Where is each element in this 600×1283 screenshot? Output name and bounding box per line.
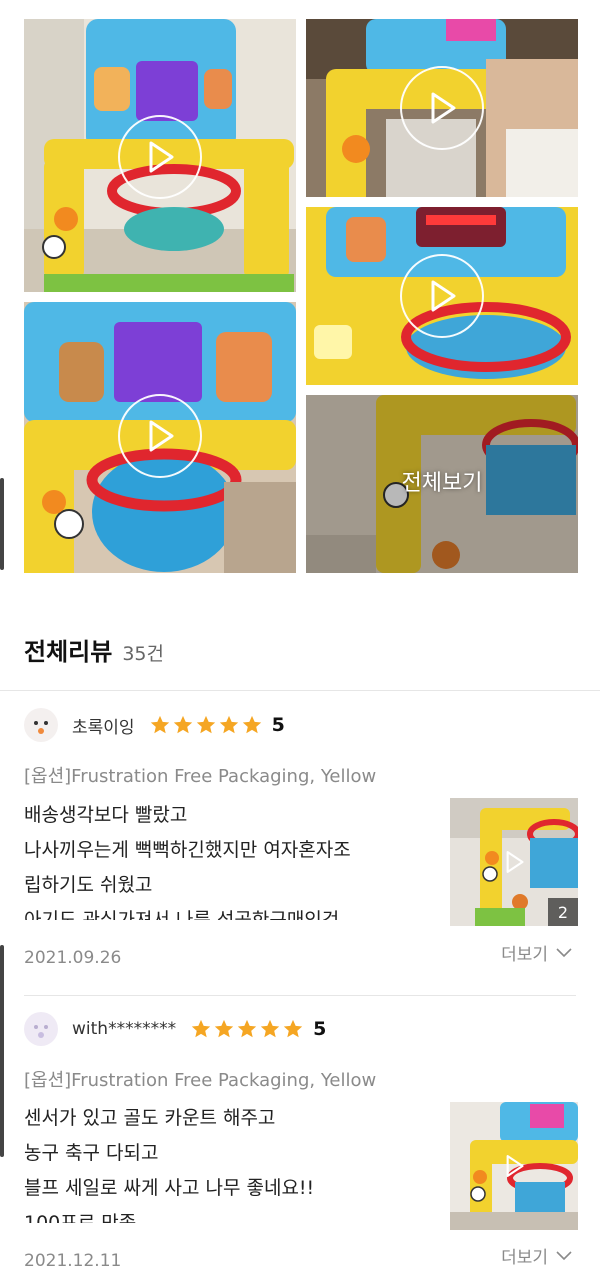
review-body[interactable]: 배송생각보다 빨랐고 나사끼우는게 뻑뻑하긴했지만 여자혼자조 립하기도 쉬웠고… — [24, 798, 424, 920]
star-rating — [149, 714, 264, 736]
review-body[interactable]: 센서가 있고 골도 카운트 해주고 농구 축구 다되고 블프 세일로 싸게 사고… — [24, 1101, 424, 1223]
play-button-icon[interactable] — [118, 394, 202, 478]
reviews-count: 35건 — [122, 643, 164, 665]
star-icon — [150, 715, 169, 734]
review-video-thumbnail[interactable] — [24, 19, 296, 292]
review-video-thumbnail[interactable] — [306, 19, 578, 197]
play-button-icon[interactable] — [400, 66, 484, 150]
more-button[interactable]: 더보기 — [501, 940, 572, 965]
reviews-header: 전체리뷰 35건 — [24, 632, 164, 667]
more-button[interactable]: 더보기 — [501, 1243, 572, 1268]
star-icon — [196, 715, 215, 734]
review-video-thumbnail[interactable] — [306, 207, 578, 385]
more-label: 더보기 — [501, 1248, 548, 1268]
avatar — [24, 708, 58, 742]
review-option: [옵션]Frustration Free Packaging, Yellow — [24, 1070, 377, 1091]
chevron-down-icon — [556, 947, 572, 957]
review-photo-thumbnail[interactable]: 2 — [450, 798, 578, 926]
star-icon — [237, 1019, 257, 1038]
rating-score: 5 — [313, 1018, 327, 1040]
review-item: 초록이잉 5 [옵션]Frustration Free Packaging, Y… — [0, 690, 600, 995]
star-icon — [219, 715, 238, 734]
review-line: 블프 세일로 싸게 사고 나무 좋네요!! — [24, 1177, 315, 1199]
star-icon — [173, 715, 192, 734]
play-icon — [498, 1150, 530, 1182]
star-icon — [242, 715, 261, 734]
review-username: with******** — [72, 1019, 177, 1039]
review-line: 농구 축구 다되고 — [24, 1142, 159, 1164]
play-button-icon[interactable] — [118, 115, 202, 199]
chevron-down-icon — [556, 1250, 572, 1260]
review-date: 2021.09.26 — [24, 948, 122, 968]
play-icon — [498, 846, 530, 878]
review-user-row: with******** 5 — [24, 1012, 326, 1046]
review-username: 초록이잉 — [72, 717, 135, 738]
more-label: 더보기 — [501, 945, 548, 965]
review-line: 아기도 관심가져서 나름 성공한구매인것 — [24, 909, 340, 920]
review-date: 2021.12.11 — [24, 1251, 122, 1271]
review-item: with******** 5 [옵션]Frustration Free Pack… — [0, 995, 600, 1283]
star-rating — [190, 1018, 305, 1040]
star-icon — [214, 1019, 234, 1038]
star-icon — [283, 1019, 303, 1038]
review-line: 센서가 있고 골도 카운트 해주고 — [24, 1107, 276, 1129]
play-button-icon[interactable] — [400, 254, 484, 338]
review-media-grid: 전체보기 — [0, 0, 600, 580]
reviews-title: 전체리뷰 — [24, 638, 113, 666]
review-option: [옵션]Frustration Free Packaging, Yellow — [24, 766, 377, 787]
review-user-row: 초록이잉 5 — [24, 708, 285, 742]
review-photo-thumbnail[interactable] — [450, 1102, 578, 1230]
rating-score: 5 — [271, 714, 285, 736]
review-line: 립하기도 쉬웠고 — [24, 874, 153, 896]
review-video-thumbnail[interactable] — [24, 302, 296, 573]
review-line: 나사끼우는게 뻑뻑하긴했지만 여자혼자조 — [24, 839, 351, 861]
review-line: 배송생각보다 빨랐고 — [24, 804, 188, 826]
review-line: 100프로 만족 — [24, 1212, 137, 1223]
star-icon — [191, 1019, 211, 1038]
view-all-media-tile[interactable]: 전체보기 — [306, 395, 578, 573]
view-all-label: 전체보기 — [401, 471, 483, 496]
star-icon — [260, 1019, 280, 1038]
photo-count-badge: 2 — [548, 898, 578, 926]
avatar — [24, 1012, 58, 1046]
